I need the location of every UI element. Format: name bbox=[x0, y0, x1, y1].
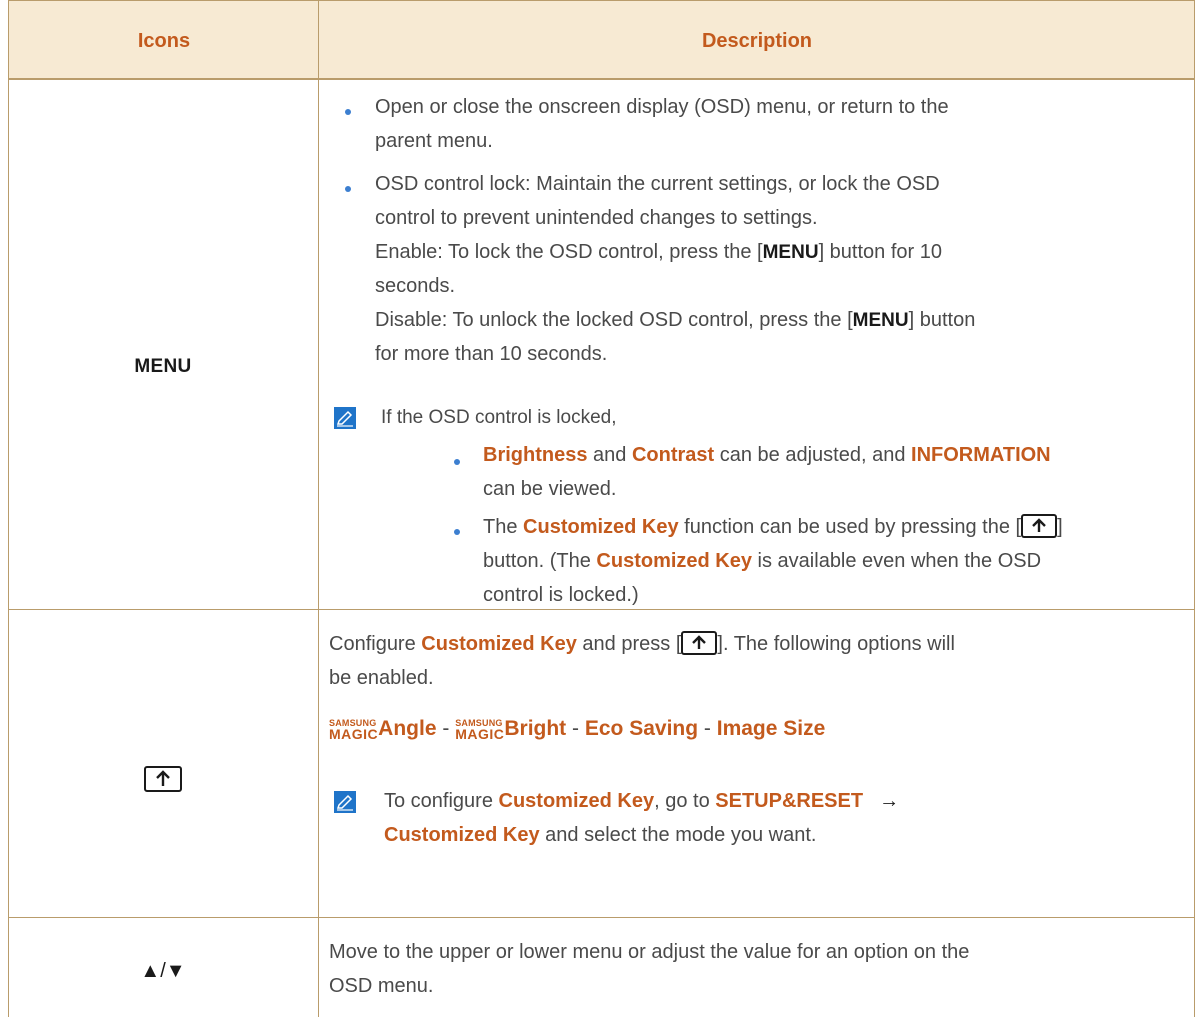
angle-option: Angle bbox=[378, 717, 437, 740]
text-run: Configure bbox=[329, 633, 422, 655]
customized-key-term: Customized Key bbox=[421, 633, 577, 655]
menu-desc-line: parent menu. bbox=[375, 130, 493, 152]
text-run: ]. The following options will bbox=[717, 633, 955, 655]
text-run: and select the mode you want. bbox=[539, 824, 817, 846]
text-run: Enable: To lock the OSD control, press t… bbox=[375, 241, 763, 263]
text-run: ] bbox=[1057, 516, 1063, 538]
image-size-option: Image Size bbox=[716, 717, 826, 740]
text-run: ] button for 10 bbox=[818, 241, 942, 263]
menu-desc-line: control to prevent unintended changes to… bbox=[375, 207, 818, 229]
note-icon bbox=[334, 407, 356, 429]
custom-note-line: Customized Key and select the mode you w… bbox=[384, 818, 816, 852]
text-run: function can be used by pressing the [ bbox=[678, 516, 1022, 538]
header-icons: Icons bbox=[137, 30, 191, 52]
table-header: Icons Description bbox=[8, 0, 1195, 80]
text-run: ] button bbox=[908, 309, 976, 331]
row-divider-2 bbox=[8, 917, 1195, 918]
samsung-magic-logo: SAMSUNG MAGIC bbox=[455, 718, 505, 742]
samsung-magic-logo: SAMSUNG MAGIC bbox=[329, 718, 379, 742]
separator: - bbox=[698, 717, 717, 740]
note-line: Brightness and Contrast can be adjusted,… bbox=[483, 438, 1051, 472]
magic-text: MAGIC bbox=[455, 726, 505, 742]
magic-text: MAGIC bbox=[329, 726, 379, 742]
menu-key-ref: MENU bbox=[852, 310, 909, 331]
customized-key-term: Customized Key bbox=[523, 516, 679, 538]
text-run: Disable: To unlock the locked OSD contro… bbox=[375, 309, 853, 331]
customized-key-icon bbox=[681, 631, 718, 655]
customized-key-icon bbox=[144, 766, 182, 792]
menu-key-label: MENU bbox=[134, 356, 192, 377]
menu-desc-line: for more than 10 seconds. bbox=[375, 343, 608, 365]
information-term: INFORMATION bbox=[911, 444, 1051, 466]
text-run: The bbox=[483, 516, 524, 538]
customized-key-term: Customized Key bbox=[384, 824, 540, 846]
menu-desc-line: Open or close the onscreen display (OSD)… bbox=[375, 96, 949, 118]
arrows-desc-line: Move to the upper or lower menu or adjus… bbox=[329, 941, 970, 963]
bullet-dot bbox=[345, 186, 351, 192]
text-run: button. (The bbox=[483, 550, 597, 572]
bullet-dot bbox=[454, 529, 460, 535]
note-intro: If the OSD control is locked, bbox=[381, 407, 617, 428]
customized-key-icon bbox=[1021, 514, 1058, 538]
brightness-term: Brightness bbox=[483, 444, 588, 466]
osd-icons-table: Icons Description MENU Open or close the… bbox=[8, 0, 1195, 1017]
menu-desc-line: Enable: To lock the OSD control, press t… bbox=[375, 235, 942, 270]
text-run: To configure bbox=[384, 790, 499, 812]
customized-key-term: Customized Key bbox=[498, 790, 655, 812]
menu-desc-line: seconds. bbox=[375, 275, 456, 297]
contrast-term: Contrast bbox=[631, 444, 715, 466]
arrows-desc-line: OSD menu. bbox=[329, 975, 434, 997]
note-icon bbox=[334, 791, 356, 813]
menu-desc-line: Disable: To unlock the locked OSD contro… bbox=[375, 303, 975, 338]
text-run: is available even when the OSD bbox=[752, 550, 1042, 572]
custom-note-line: To configure Customized Key, go to SETUP… bbox=[384, 784, 899, 818]
note-line: button. (The Customized Key is available… bbox=[483, 544, 1041, 578]
note-line: control is locked.) bbox=[483, 584, 639, 606]
note-line: can be viewed. bbox=[483, 478, 617, 500]
text-run: can be adjusted, and bbox=[714, 444, 912, 466]
column-divider bbox=[318, 0, 319, 1017]
text-run: , go to bbox=[654, 790, 716, 812]
table-left-border bbox=[8, 0, 9, 1017]
eco-saving-option: Eco Saving bbox=[584, 717, 699, 740]
menu-desc-line: OSD control lock: Maintain the current s… bbox=[375, 173, 940, 195]
custom-options-line: SAMSUNG MAGIC Angle - SAMSUNG MAGIC Bright -… bbox=[329, 712, 825, 746]
custom-desc-line: Configure Customized Key and press [ ]. T… bbox=[329, 627, 955, 661]
customized-key-term: Customized Key bbox=[596, 550, 752, 572]
menu-key-ref: MENU bbox=[762, 242, 819, 263]
customized-key-cell bbox=[8, 766, 318, 793]
bright-option: Bright bbox=[504, 717, 567, 740]
setup-reset-term: SETUP&RESET bbox=[715, 790, 864, 812]
right-arrow-icon: → bbox=[879, 790, 900, 812]
bullet-dot bbox=[345, 109, 351, 115]
bullet-dot bbox=[454, 459, 460, 465]
custom-desc-line: be enabled. bbox=[329, 667, 434, 689]
separator: - bbox=[436, 717, 456, 740]
up-down-key-label: ▲/▼ bbox=[140, 960, 186, 982]
text-run: and press [ bbox=[576, 633, 682, 655]
note-line: The Customized Key function can be used … bbox=[483, 510, 1063, 544]
separator: - bbox=[566, 717, 585, 740]
header-description: Description bbox=[701, 30, 813, 52]
text-run: and bbox=[587, 444, 632, 466]
